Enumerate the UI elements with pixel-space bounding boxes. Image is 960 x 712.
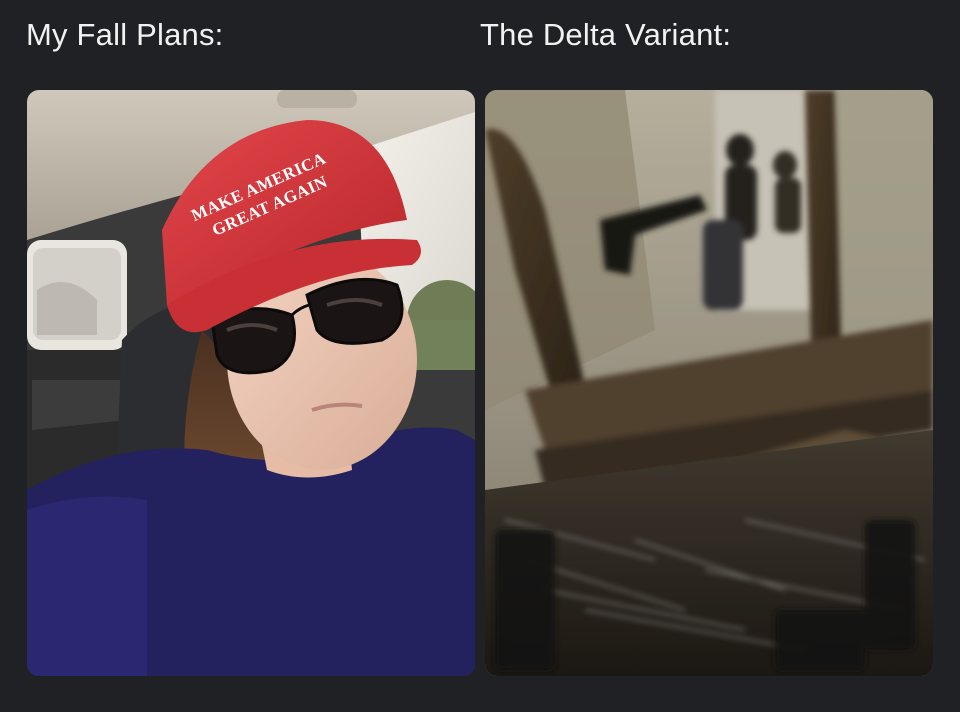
left-photo-panel: MAKE AMERICA GREAT AGAIN <box>27 90 475 676</box>
right-photo-panel <box>485 90 933 676</box>
right-caption: The Delta Variant: <box>480 17 732 52</box>
left-caption: My Fall Plans: <box>26 17 224 52</box>
car-selfie-illustration: MAKE AMERICA GREAT AGAIN <box>27 90 475 676</box>
wreckage-illustration <box>485 90 933 676</box>
